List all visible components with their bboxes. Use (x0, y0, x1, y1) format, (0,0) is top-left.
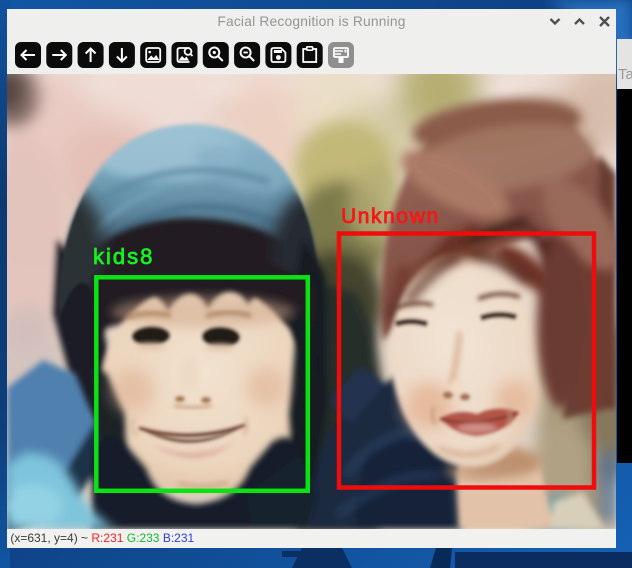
svg-text:kids8: kids8 (93, 244, 154, 269)
svg-text:Unknown: Unknown (341, 205, 440, 228)
